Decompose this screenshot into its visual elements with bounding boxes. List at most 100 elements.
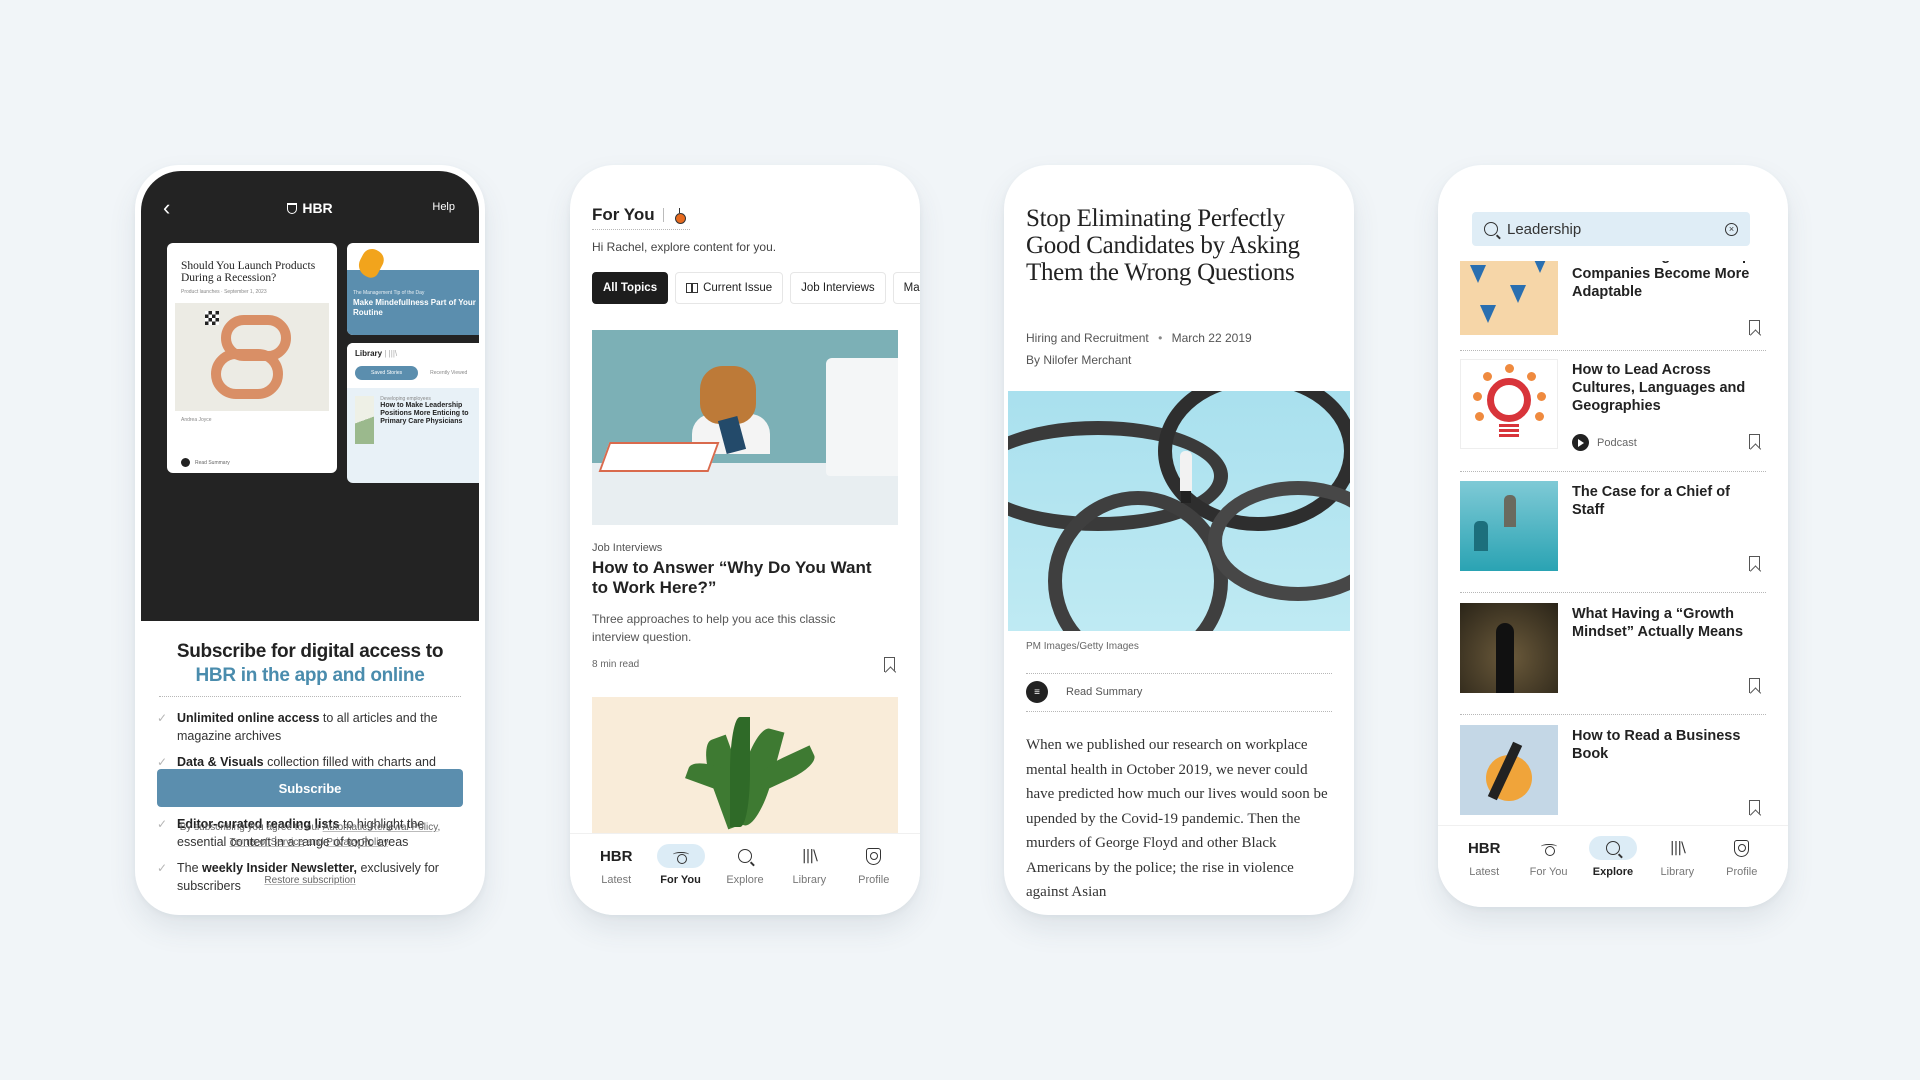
nav-latest[interactable]: HBR Latest bbox=[587, 844, 645, 915]
bookmark-icon[interactable] bbox=[1749, 556, 1760, 571]
topic-chips: All Topics Current Issue Job Interviews … bbox=[592, 272, 920, 304]
for-you-icon bbox=[672, 848, 689, 864]
list-item[interactable]: How to Lead Across Cultures, Languages a… bbox=[1460, 359, 1766, 457]
search-icon bbox=[737, 849, 752, 863]
shield-icon bbox=[287, 203, 298, 214]
article-author[interactable]: By Nilofer Merchant bbox=[1026, 353, 1131, 367]
nav-library[interactable]: |||\ Library bbox=[780, 844, 838, 915]
divider bbox=[1460, 350, 1766, 351]
library-item-title: How to Make Leadership Positions More En… bbox=[380, 402, 469, 425]
for-you-icon bbox=[672, 208, 686, 224]
chip-all-topics[interactable]: All Topics bbox=[592, 272, 669, 304]
result-title: How Investing in DEI Helps Companies Bec… bbox=[1572, 261, 1759, 300]
hbr-logo-icon: HBR bbox=[599, 847, 633, 865]
result-thumbnail bbox=[1460, 481, 1558, 571]
bookmark-icon[interactable] bbox=[1749, 678, 1760, 693]
chip-job-interviews[interactable]: Job Interviews bbox=[790, 272, 886, 304]
read-time: 8 min read bbox=[592, 659, 640, 670]
result-thumbnail bbox=[1460, 359, 1558, 449]
preview-article-card: Should You Launch Products During a Rece… bbox=[167, 243, 337, 473]
racetrack-illustration bbox=[175, 303, 329, 411]
tab-recently-viewed: Recently Viewed bbox=[430, 370, 468, 376]
title-underline bbox=[592, 229, 690, 230]
article-headline: Stop Eliminating Perfectly Good Candidat… bbox=[1026, 205, 1300, 286]
phone-subscribe-screen: ‹ HBR Help Should You Launch Products Du… bbox=[135, 165, 485, 915]
top-bar: ‹ HBR Help bbox=[141, 197, 479, 221]
divider bbox=[1460, 714, 1766, 715]
subscribe-headline-accent: HBR in the app and online bbox=[195, 665, 425, 686]
chip-more[interactable]: Management bbox=[892, 272, 920, 304]
list-item[interactable]: How Investing in DEI Helps Companies Bec… bbox=[1460, 261, 1766, 343]
nav-profile[interactable]: Profile bbox=[845, 844, 903, 915]
search-icon bbox=[1484, 222, 1498, 236]
search-results: How Investing in DEI Helps Companies Bec… bbox=[1460, 261, 1766, 825]
article-body: When we published our research on workpl… bbox=[1026, 737, 1328, 900]
nav-library[interactable]: |||\ Library bbox=[1648, 836, 1706, 907]
article-meta: Hiring and Recruitment • March 22 2019 bbox=[1026, 331, 1252, 345]
bookmark-icon[interactable] bbox=[1749, 434, 1760, 449]
bookmark-icon[interactable] bbox=[1749, 320, 1760, 335]
nav-explore[interactable]: Explore bbox=[716, 844, 774, 915]
subscribe-button[interactable]: Subscribe bbox=[157, 769, 463, 807]
restore-subscription-link[interactable]: Restore subscription bbox=[135, 875, 485, 886]
search-icon bbox=[1605, 841, 1620, 855]
preview-tip-card: The Management Tip of the Day Make Minde… bbox=[347, 243, 479, 335]
phone-article-screen: Stop Eliminating Perfectly Good Candidat… bbox=[1004, 165, 1354, 915]
hbr-logo-icon: HBR bbox=[1467, 839, 1501, 857]
library-icon: | |||\ bbox=[384, 349, 398, 358]
article-topic-link[interactable]: Hiring and Recruitment bbox=[1026, 331, 1149, 345]
article-hero-image bbox=[1008, 391, 1350, 631]
article-image-cat-at-desk[interactable] bbox=[592, 330, 898, 525]
nav-for-you[interactable]: For You bbox=[1520, 836, 1578, 907]
summary-icon bbox=[181, 458, 190, 467]
greeting-text: Hi Rachel, explore content for you. bbox=[592, 240, 777, 254]
subscribe-headline: Subscribe for digital access to HBR in t… bbox=[157, 640, 463, 688]
clear-search-icon[interactable]: × bbox=[1725, 222, 1738, 236]
result-title: How to Read a Business Book bbox=[1572, 728, 1741, 762]
search-input[interactable]: Leadership × bbox=[1472, 212, 1750, 246]
nav-latest[interactable]: HBR Latest bbox=[1455, 836, 1513, 907]
privacy-policy-link[interactable]: Privacy Policy bbox=[326, 837, 388, 848]
for-you-icon bbox=[1540, 840, 1557, 856]
divider bbox=[662, 208, 664, 222]
result-title: The Case for a Chief of Staff bbox=[1572, 484, 1730, 518]
automatic-renewal-policy-link[interactable]: Automatic Renewal Policy bbox=[323, 822, 438, 833]
podcast-label[interactable]: Podcast bbox=[1572, 434, 1637, 451]
play-icon bbox=[1572, 434, 1589, 451]
legal-text: By subscribing you agree to our Automati… bbox=[179, 822, 441, 848]
app-preview-header: ‹ HBR Help Should You Launch Products Du… bbox=[141, 171, 479, 621]
list-item[interactable]: How to Read a Business Book bbox=[1460, 725, 1766, 823]
article-image-plant[interactable] bbox=[592, 697, 898, 847]
article-description: Three approaches to help you ace this cl… bbox=[592, 612, 836, 644]
read-summary-button[interactable]: ≡ Read Summary bbox=[1026, 681, 1142, 703]
bookmark-icon[interactable] bbox=[1749, 800, 1760, 815]
tab-saved-stories: Saved Stories bbox=[355, 366, 419, 380]
library-item-thumbnail bbox=[355, 396, 375, 444]
image-credit: PM Images/Getty Images bbox=[1026, 641, 1139, 652]
result-thumbnail bbox=[1460, 261, 1558, 335]
bottom-nav: HBR Latest For You Explore |||\ Library Pr… bbox=[570, 833, 920, 915]
feature-item: ✓ Unlimited online access to all articles… bbox=[157, 711, 438, 743]
help-link[interactable]: Help bbox=[432, 201, 455, 213]
chip-current-issue[interactable]: Current Issue bbox=[675, 272, 784, 304]
phone-explore-screen: Leadership × How Investing in DEI Helps … bbox=[1438, 165, 1788, 907]
profile-shield-icon bbox=[1734, 839, 1750, 857]
nav-explore[interactable]: Explore bbox=[1584, 836, 1642, 907]
phone-for-you-screen: For You Hi Rachel, explore content for y… bbox=[570, 165, 920, 915]
list-item[interactable]: What Having a “Growth Mindset” Actually … bbox=[1460, 603, 1766, 701]
list-item[interactable]: The Case for a Chief of Staff bbox=[1460, 481, 1766, 579]
library-icon: |||\ bbox=[1669, 840, 1686, 856]
divider bbox=[159, 696, 461, 697]
bookmark-icon[interactable] bbox=[884, 657, 895, 672]
terms-of-service-link[interactable]: Terms of Service bbox=[230, 837, 304, 848]
article-title[interactable]: How to Answer “Why Do You Want to Work H… bbox=[592, 558, 892, 598]
preview-library-card: Library | |||\ Saved Stories Recently Vi… bbox=[347, 343, 479, 483]
preview-article-title: Should You Launch Products During a Rece… bbox=[181, 260, 316, 284]
result-title: What Having a “Growth Mindset” Actually … bbox=[1572, 606, 1744, 640]
magazine-icon bbox=[686, 283, 699, 293]
article-category[interactable]: Job Interviews bbox=[592, 542, 662, 554]
nav-profile[interactable]: Profile bbox=[1713, 836, 1771, 907]
result-thumbnail bbox=[1460, 725, 1558, 815]
nav-for-you[interactable]: For You bbox=[652, 844, 710, 915]
check-icon: ✓ bbox=[157, 711, 168, 725]
